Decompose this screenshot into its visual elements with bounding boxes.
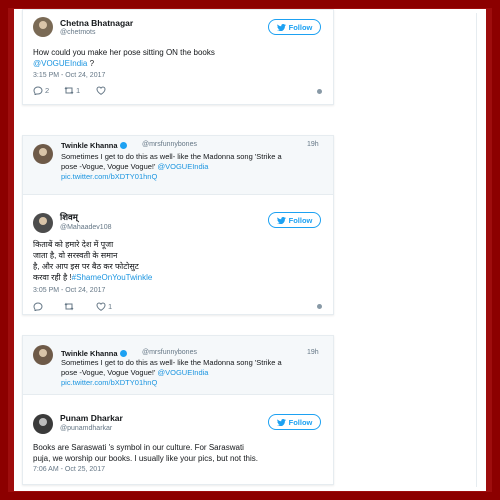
follow-button[interactable]: Follow [268, 414, 321, 430]
tweet-timestamp[interactable]: 3:05 PM - Oct 24, 2017 [33, 287, 105, 294]
follow-label: Follow [288, 22, 313, 32]
quoted-tweet-age[interactable]: 19h [307, 141, 319, 148]
avatar[interactable] [33, 213, 53, 233]
retweet-icon [64, 86, 74, 95]
quoted-tweet[interactable]: Twinkle Khanna @mrsfunnybones 19h Someti… [23, 136, 333, 195]
author-name[interactable]: Punam Dharkar [60, 413, 123, 423]
tweet-card-shivam: Twinkle Khanna @mrsfunnybones 19h Someti… [22, 135, 334, 315]
author-handle[interactable]: @punamdharkar [60, 425, 112, 432]
like-count: 1 [108, 302, 113, 311]
tweet-timestamp[interactable]: 3:15 PM - Oct 24, 2017 [33, 72, 105, 79]
pic-link[interactable]: pic.twitter.com/bXDTY01hnQ [61, 172, 282, 182]
avatar[interactable] [33, 414, 53, 434]
reply-action[interactable]: 2 [33, 86, 49, 95]
mention-link[interactable]: @VOGUEIndia [33, 59, 87, 68]
avatar[interactable] [33, 144, 53, 164]
author-handle[interactable]: @chetmots [60, 29, 96, 36]
author-name[interactable]: शिवम् [60, 212, 78, 223]
follow-button[interactable]: Follow [268, 212, 321, 228]
quoted-tweet-text: Sometimes I get to do this as well- like… [61, 152, 282, 182]
quoted-tweet[interactable]: Twinkle Khanna @mrsfunnybones 19h Someti… [23, 336, 333, 395]
tweet-card-punam: Twinkle Khanna @mrsfunnybones 19h Someti… [22, 335, 334, 485]
verified-icon [119, 142, 127, 149]
verified-icon [119, 350, 127, 357]
screenshot-canvas: Chetna Bhatnagar @chetmots Follow How co… [14, 9, 486, 491]
quoted-author-handle[interactable]: @mrsfunnybones [142, 141, 197, 148]
tweet-text: Books are Saraswati 's symbol in our cul… [33, 443, 258, 463]
avatar[interactable] [33, 17, 53, 37]
like-action[interactable] [96, 86, 108, 95]
pic-link[interactable]: pic.twitter.com/bXDTY01hnQ [61, 378, 282, 388]
info-icon[interactable] [317, 89, 322, 94]
reply-count: 2 [45, 86, 50, 95]
author-name[interactable]: Chetna Bhatnagar [60, 18, 133, 28]
bird-icon [276, 216, 286, 224]
bird-icon [276, 23, 286, 31]
mention-link[interactable]: @VOGUEIndia [158, 368, 209, 377]
mention-link[interactable]: @VOGUEIndia [158, 162, 209, 171]
tweet-card-chetna: Chetna Bhatnagar @chetmots Follow How co… [22, 9, 334, 105]
scrollbar-track[interactable] [476, 13, 485, 487]
reply-icon [33, 302, 43, 311]
quoted-author-name[interactable]: Twinkle Khanna [61, 349, 127, 358]
tweet-text: किताबें को हमारे देश में पूजा जाता है, व… [33, 240, 153, 282]
quoted-author-handle[interactable]: @mrsfunnybones [142, 349, 197, 356]
quoted-tweet-text: Sometimes I get to do this as well- like… [61, 358, 282, 388]
retweet-icon [64, 302, 74, 311]
quoted-tweet-age[interactable]: 19h [307, 349, 319, 356]
reply-action[interactable] [33, 302, 45, 311]
tweet-timestamp[interactable]: 7:06 AM - Oct 25, 2017 [33, 466, 105, 473]
bird-icon [276, 418, 286, 426]
heart-icon [96, 302, 106, 311]
info-icon[interactable] [317, 304, 322, 309]
follow-button[interactable]: Follow [268, 19, 321, 35]
retweet-action[interactable] [64, 302, 76, 311]
retweet-count: 1 [76, 86, 81, 95]
hashtag-link[interactable]: #ShameOnYouTwinkle [72, 273, 153, 282]
heart-icon [96, 86, 106, 95]
author-handle[interactable]: @Mahaadev108 [60, 224, 111, 231]
avatar[interactable] [33, 345, 53, 365]
tweet-text: How could you make her pose sitting ON t… [33, 48, 215, 68]
follow-label: Follow [288, 215, 313, 225]
retweet-action[interactable]: 1 [64, 86, 80, 95]
reply-icon [33, 86, 43, 95]
like-action[interactable]: 1 [96, 302, 112, 311]
quoted-author-name[interactable]: Twinkle Khanna [61, 141, 127, 150]
follow-label: Follow [288, 417, 313, 427]
